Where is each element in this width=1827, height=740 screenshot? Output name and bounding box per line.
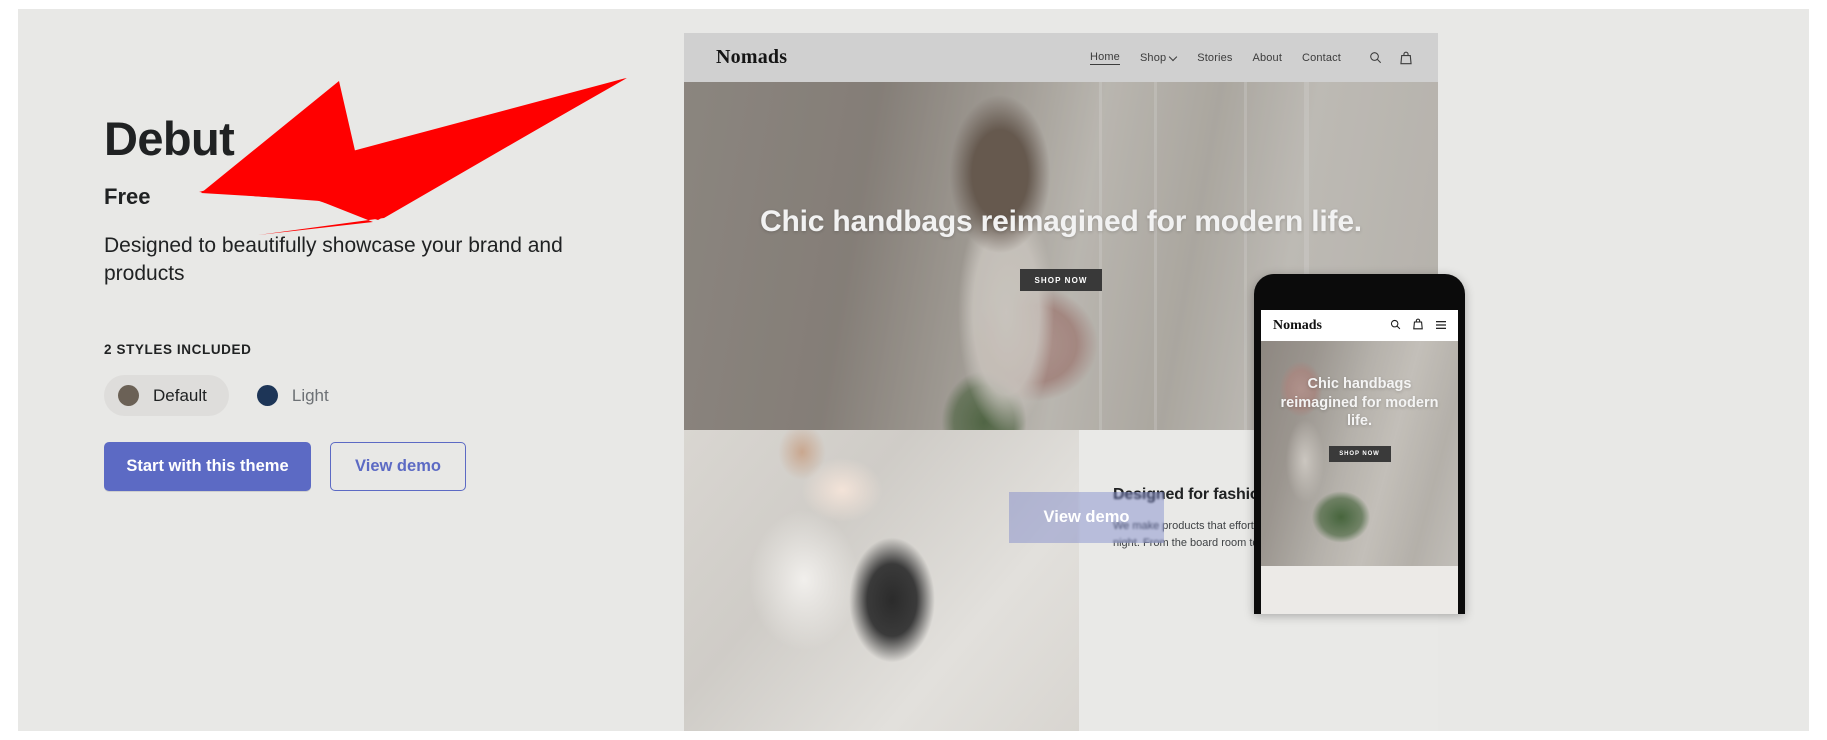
mobile-hero-shop-now-button[interactable]: SHOP NOW (1328, 445, 1391, 462)
storefront-header: Nomads Home Shop Stories About Contact (684, 33, 1438, 82)
nav-label-stories: Stories (1197, 51, 1233, 64)
mobile-hero-heading: Chic handbags reimagined for modern life… (1280, 376, 1439, 430)
nav-label-about: About (1252, 51, 1283, 64)
storefront-nav: Home Shop Stories About Contact (1089, 50, 1341, 65)
style-swatch-default (118, 385, 139, 407)
start-with-this-theme-button[interactable]: Start with this theme (104, 442, 311, 492)
action-buttons: Start with this theme View demo (104, 442, 724, 492)
mobile-header-icons (1390, 317, 1447, 335)
preview-view-demo-overlay[interactable]: View demo (1009, 492, 1164, 543)
shopping-bag-icon[interactable] (1413, 317, 1423, 335)
storefront-header-icons (1369, 51, 1412, 65)
hero-heading: Chic handbags reimagined for modern life… (760, 205, 1362, 238)
mobile-hero-content: Chic handbags reimagined for modern life… (1261, 375, 1458, 462)
style-option-default[interactable]: Default (104, 375, 229, 417)
nav-item-home[interactable]: Home (1089, 50, 1120, 65)
nav-label-home: Home (1089, 50, 1120, 63)
hero-shop-now-button[interactable]: SHOP NOW (1020, 269, 1102, 291)
window-frame-right (1809, 0, 1827, 740)
window-frame-top (0, 0, 1827, 9)
mobile-storefront-header: Nomads (1261, 310, 1458, 341)
nav-item-about[interactable]: About (1253, 52, 1283, 64)
storefront-logo: Nomads (716, 46, 788, 68)
search-icon[interactable] (1369, 51, 1382, 64)
theme-price: Free (104, 183, 151, 209)
mobile-hero-footer (1261, 566, 1458, 614)
hamburger-menu-icon[interactable] (1435, 317, 1447, 335)
mobile-hero: Chic handbags reimagined for modern life… (1261, 341, 1458, 566)
page-canvas: Debut Free Designed to beautifully showc… (18, 9, 1809, 731)
style-label-default: Default (153, 385, 207, 405)
style-selector: Default Light (104, 375, 724, 417)
theme-description: Designed to beautifully showcase your br… (104, 233, 563, 285)
style-option-light[interactable]: Light (243, 375, 351, 416)
page-title: Debut (104, 112, 235, 165)
search-icon[interactable] (1390, 317, 1401, 335)
mobile-storefront-logo: Nomads (1273, 317, 1323, 333)
nav-label-contact: Contact (1302, 51, 1341, 64)
view-demo-button[interactable]: View demo (330, 442, 466, 492)
shopping-bag-icon[interactable] (1400, 51, 1412, 65)
nav-label-shop: Shop (1139, 51, 1167, 64)
feature-photo (684, 430, 1079, 731)
nav-item-shop[interactable]: Shop (1140, 52, 1177, 64)
window-frame-bottom (0, 731, 1827, 740)
style-label-light: Light (291, 385, 329, 405)
theme-detail-panel: Debut Free Designed to beautifully showc… (104, 112, 724, 492)
chevron-down-icon (1170, 54, 1177, 61)
window-frame-left (0, 0, 18, 740)
nav-item-stories[interactable]: Stories (1197, 52, 1232, 64)
screenshot-root: Debut Free Designed to beautifully showc… (0, 0, 1827, 740)
mobile-preview-device[interactable]: Nomads Chic handbags reimagined for mode… (1254, 274, 1465, 614)
nav-item-contact[interactable]: Contact (1302, 52, 1341, 64)
style-swatch-light (256, 385, 278, 407)
styles-included-label: 2 STYLES INCLUDED (104, 342, 252, 358)
mobile-preview-screen: Nomads Chic handbags reimagined for mode… (1261, 310, 1458, 614)
